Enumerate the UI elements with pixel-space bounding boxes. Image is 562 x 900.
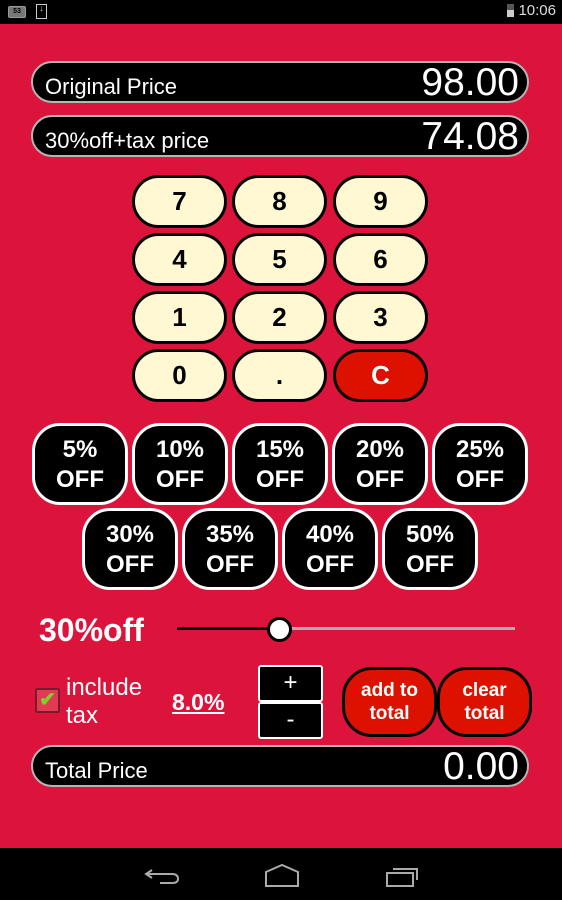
key-7[interactable]: 7	[132, 175, 227, 228]
notification-count-icon: 53	[8, 5, 26, 18]
discount-suffix: OFF	[106, 551, 154, 578]
clear-button[interactable]: C	[333, 349, 428, 402]
discount-50-button[interactable]: 50% OFF	[382, 508, 478, 590]
discount-25-button[interactable]: 25% OFF	[432, 423, 528, 505]
key-2[interactable]: 2	[232, 291, 327, 344]
discount-30-button[interactable]: 30% OFF	[82, 508, 178, 590]
key-decimal[interactable]: .	[232, 349, 327, 402]
key-3[interactable]: 3	[333, 291, 428, 344]
clear-total-line1: clear	[462, 680, 507, 701]
include-tax-checkbox[interactable]: ✔	[35, 688, 60, 713]
key-4[interactable]: 4	[132, 233, 227, 286]
discount-percent: 20%	[355, 436, 405, 463]
key-1[interactable]: 1	[132, 291, 227, 344]
discount-percent: 35%	[205, 521, 255, 548]
discount-5-button[interactable]: 5% OFF	[32, 423, 128, 505]
discount-percent: 5%	[62, 436, 98, 463]
total-price-value: 0.00	[443, 745, 519, 788]
discount-suffix: OFF	[306, 551, 354, 578]
discount-suffix: OFF	[356, 466, 404, 493]
include-tax-label-line2: tax	[66, 702, 99, 729]
discount-percent: 50%	[405, 521, 455, 548]
discount-suffix: OFF	[156, 466, 204, 493]
add-to-total-line2: total	[369, 703, 410, 724]
add-to-total-button[interactable]: add to total	[342, 667, 437, 737]
status-bar: 53 10:06	[0, 0, 562, 24]
total-price-label: Total Price	[45, 758, 148, 783]
tax-rate-value[interactable]: 8.0%	[172, 689, 224, 716]
clear-total-line2: total	[464, 703, 505, 724]
discount-label: 30%off	[39, 612, 144, 648]
discount-10-button[interactable]: 10% OFF	[132, 423, 228, 505]
tax-decrement-button[interactable]: -	[258, 702, 323, 739]
clear-total-button[interactable]: clear total	[437, 667, 532, 737]
discount-percent: 15%	[255, 436, 305, 463]
discount-40-button[interactable]: 40% OFF	[282, 508, 378, 590]
discounted-price-label: 30%off+tax price	[45, 128, 210, 153]
discounted-price-display: 30%off+tax price 74.08	[31, 115, 529, 158]
discounted-price-value: 74.08	[421, 115, 519, 158]
slider-track-filled	[177, 627, 279, 630]
slider-thumb[interactable]	[267, 617, 293, 642]
home-icon[interactable]	[262, 862, 302, 888]
discount-suffix: OFF	[406, 551, 454, 578]
discount-percent: 40%	[305, 521, 355, 548]
discount-20-button[interactable]: 20% OFF	[332, 423, 428, 505]
discount-35-button[interactable]: 35% OFF	[182, 508, 278, 590]
status-bar-system: 10:06	[507, 2, 556, 19]
key-0[interactable]: 0	[132, 349, 227, 402]
key-8[interactable]: 8	[232, 175, 327, 228]
discount-15-button[interactable]: 15% OFF	[232, 423, 328, 505]
calculator-app: Original Price 98.00 30%off+tax price 74…	[0, 24, 562, 848]
key-6[interactable]: 6	[333, 233, 428, 286]
discount-suffix: OFF	[456, 466, 504, 493]
discount-suffix: OFF	[256, 466, 304, 493]
clock: 10:06	[518, 2, 556, 19]
key-5[interactable]: 5	[232, 233, 327, 286]
slider-track-remaining	[278, 627, 515, 630]
include-tax-label-line1: include	[66, 674, 143, 701]
discount-slider[interactable]	[177, 617, 515, 642]
checkmark-icon: ✔	[39, 689, 56, 711]
key-9[interactable]: 9	[333, 175, 428, 228]
discount-percent: 10%	[155, 436, 205, 463]
total-price-display: Total Price 0.00	[31, 745, 529, 788]
status-bar-notifications: 53	[8, 3, 47, 19]
discount-percent: 25%	[455, 436, 505, 463]
navigation-bar	[0, 848, 562, 900]
original-price-value: 98.00	[421, 61, 519, 104]
discount-suffix: OFF	[206, 551, 254, 578]
discount-percent: 30%	[105, 521, 155, 548]
back-icon[interactable]	[144, 862, 184, 888]
recent-apps-icon[interactable]	[384, 862, 424, 888]
add-to-total-line1: add to	[361, 680, 418, 701]
battery-icon	[507, 4, 515, 17]
tax-increment-button[interactable]: +	[258, 665, 323, 702]
download-icon	[36, 3, 47, 19]
original-price-display: Original Price 98.00	[31, 61, 529, 104]
original-price-label: Original Price	[45, 74, 178, 99]
include-tax-label: include tax	[66, 674, 142, 730]
discount-suffix: OFF	[56, 466, 104, 493]
